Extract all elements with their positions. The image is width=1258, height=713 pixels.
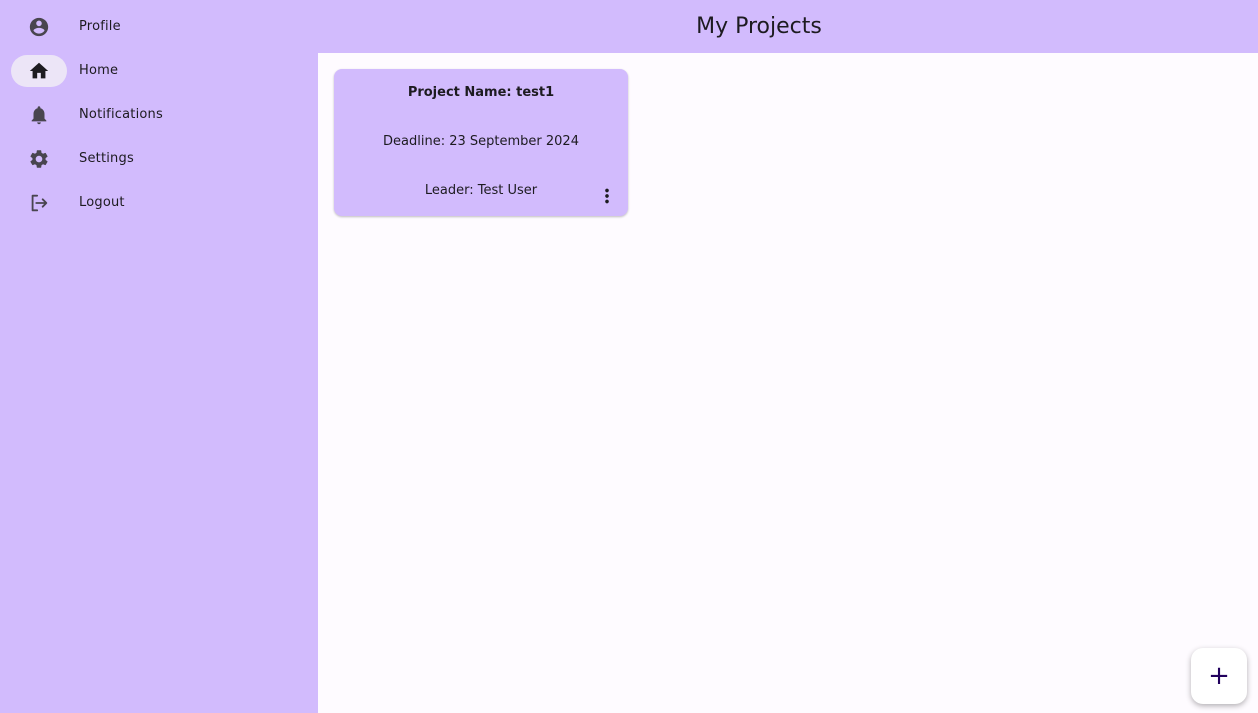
sidebar-item-settings[interactable]: Settings xyxy=(0,137,318,181)
home-icon xyxy=(11,55,67,87)
sidebar-item-label: Settings xyxy=(79,151,134,166)
sidebar-item-label: Profile xyxy=(79,19,121,34)
app-window: Profile Home Notifications Settings Logo xyxy=(0,0,1258,713)
sidebar-item-notifications[interactable]: Notifications xyxy=(0,93,318,137)
gear-icon xyxy=(11,143,67,175)
page-title: My Projects xyxy=(696,14,822,39)
project-name: Project Name: test1 xyxy=(407,85,555,100)
bell-icon xyxy=(11,99,67,131)
sidebar-item-logout[interactable]: Logout xyxy=(0,181,318,225)
sidebar: Profile Home Notifications Settings Logo xyxy=(0,0,318,713)
project-deadline: Deadline: 23 September 2024 xyxy=(383,134,579,149)
sidebar-item-label: Notifications xyxy=(79,107,163,122)
more-vert-icon[interactable] xyxy=(596,184,618,208)
project-leader: Leader: Test User xyxy=(424,183,538,198)
sidebar-item-profile[interactable]: Profile xyxy=(0,5,318,49)
top-app-bar: My Projects xyxy=(318,0,1258,53)
account-circle-icon xyxy=(11,11,67,43)
add-project-button[interactable]: + xyxy=(1191,648,1247,704)
logout-icon xyxy=(11,187,67,219)
sidebar-item-home[interactable]: Home xyxy=(0,49,318,93)
sidebar-item-label: Logout xyxy=(79,195,125,210)
sidebar-item-label: Home xyxy=(79,63,119,78)
add-icon: + xyxy=(1208,661,1230,691)
project-card[interactable]: Project Name: test1 Deadline: 23 Septemb… xyxy=(334,69,628,216)
